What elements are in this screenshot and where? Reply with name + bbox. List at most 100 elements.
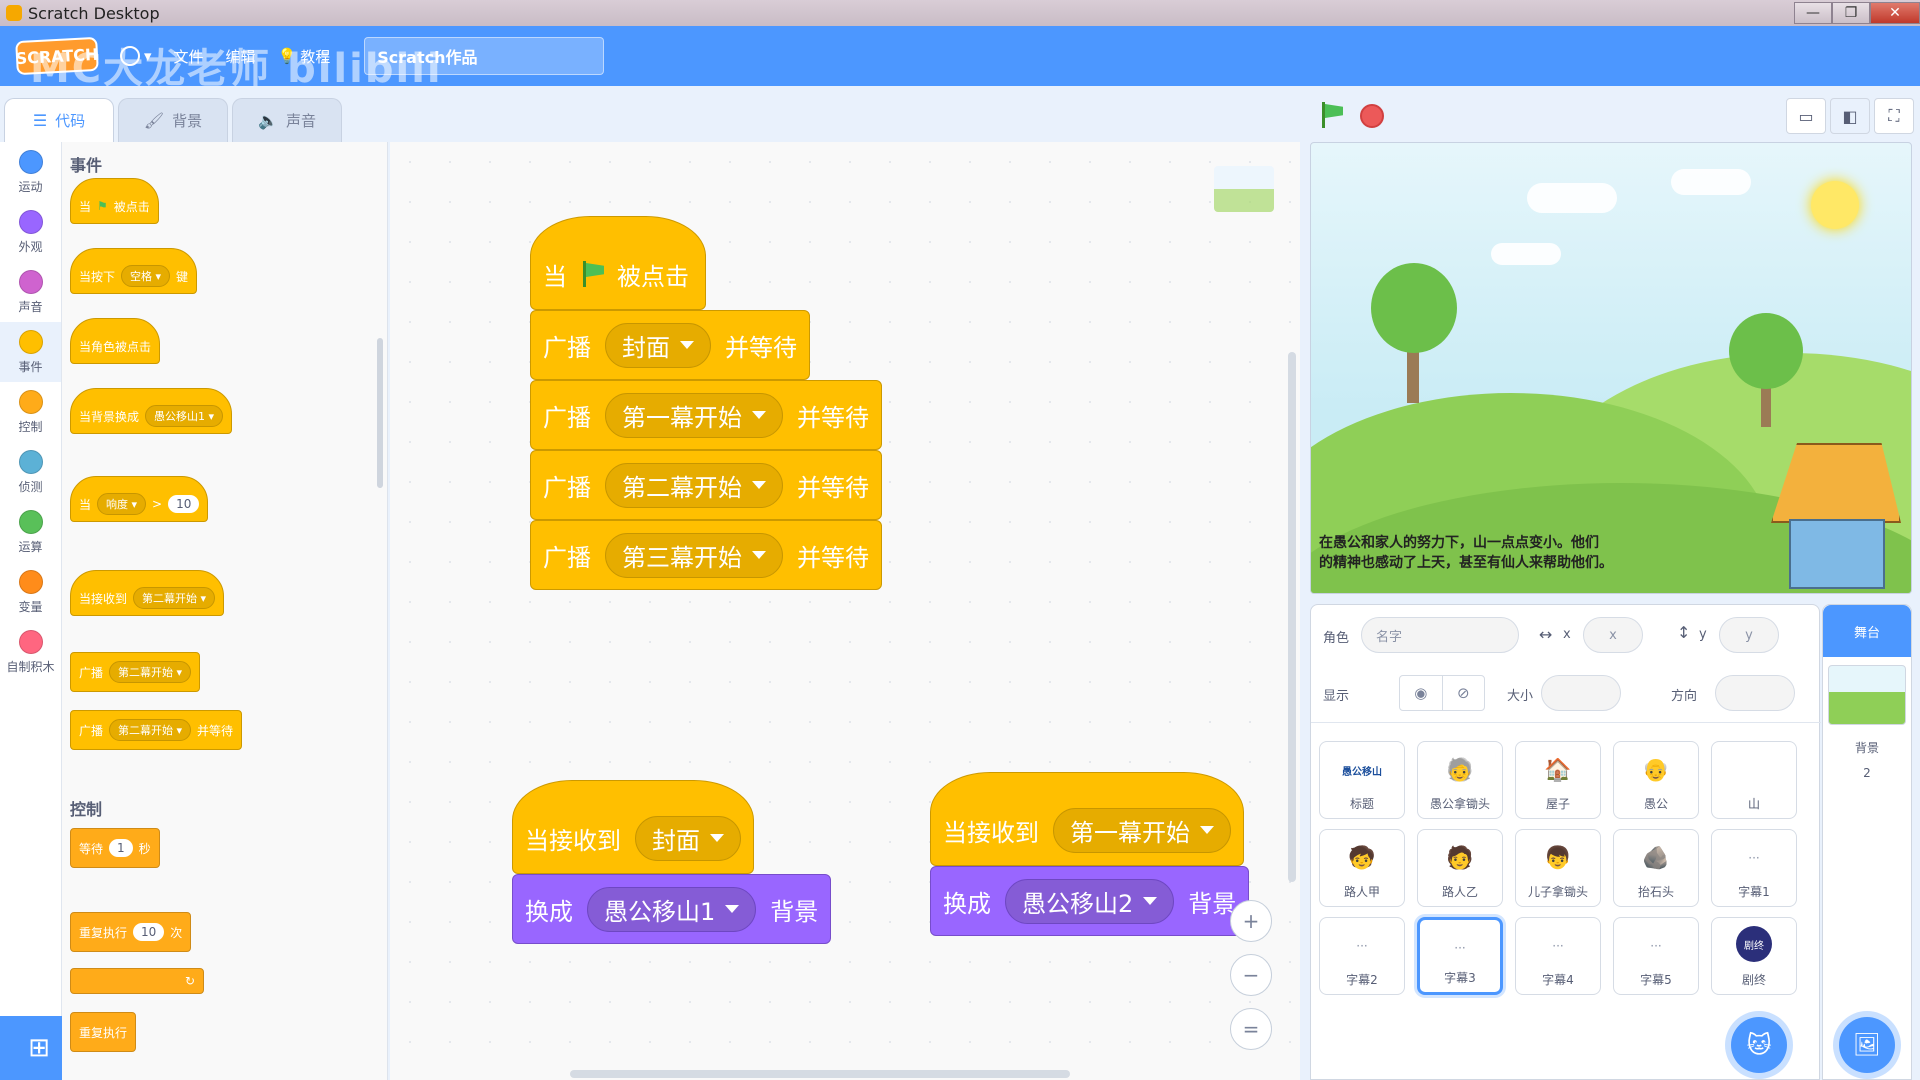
script-when-receive[interactable]: 当接收到 第一幕开始: [930, 772, 1244, 866]
zoom-out-button[interactable]: −: [1230, 954, 1272, 996]
category-looks[interactable]: 外观: [0, 202, 61, 262]
sprite-tile[interactable]: 🧑 路人乙: [1417, 829, 1503, 907]
stop-button[interactable]: [1360, 104, 1384, 128]
category-variables[interactable]: 变量: [0, 562, 61, 622]
script-horizontal-scrollbar[interactable]: [570, 1070, 1070, 1078]
stage-target-pane[interactable]: 舞台 背景 2 🖼: [1822, 604, 1912, 1080]
window-titlebar: Scratch Desktop — ❐ ✕: [0, 0, 1920, 26]
sprite-tile[interactable]: ··· 字幕2: [1319, 917, 1405, 995]
seconds-input[interactable]: 1: [109, 839, 133, 857]
x-input[interactable]: x: [1583, 617, 1643, 653]
show-eye-icon[interactable]: ◉: [1400, 676, 1443, 710]
script-switch-backdrop[interactable]: 换成 愚公移山1 背景: [512, 874, 832, 944]
script-when-flag-clicked[interactable]: 当 被点击: [530, 216, 706, 310]
sprite-name-input[interactable]: 名字: [1361, 617, 1519, 653]
message-dropdown[interactable]: 第一幕开始: [605, 392, 783, 438]
sprite-tile[interactable]: 剧终 剧终: [1711, 917, 1797, 995]
add-backdrop-button[interactable]: 🖼: [1839, 1017, 1895, 1073]
maximize-button[interactable]: ❐: [1832, 2, 1870, 24]
sprite-tile[interactable]: ··· 字幕4: [1515, 917, 1601, 995]
block-palette: 事件 当 ⚑ 被点击 当按下 空格 ▾ 键 当角色被点击 当背景换成 愚公移山1…: [62, 142, 388, 1080]
threshold-input[interactable]: 10: [168, 495, 200, 513]
message-dropdown[interactable]: 第二幕开始 ▾: [109, 661, 192, 683]
sprite-tile-selected[interactable]: ··· 字幕3: [1417, 917, 1503, 995]
normal-stage-button[interactable]: ◧: [1830, 98, 1870, 134]
script-area[interactable]: 当 被点击 广播 封面 并等待 广播 第一幕开始 并等待 广播 第二幕开始 并等…: [390, 142, 1300, 1080]
direction-input[interactable]: [1715, 675, 1795, 711]
zoom-in-button[interactable]: +: [1230, 900, 1272, 942]
small-stage-icon: ▭: [1798, 106, 1814, 126]
palette-block-when-flag-clicked[interactable]: 当 ⚑ 被点击: [70, 178, 159, 224]
palette-block-broadcast-and-wait[interactable]: 广播 第二幕开始 ▾ 并等待: [70, 710, 243, 750]
category-motion[interactable]: 运动: [0, 142, 61, 202]
category-operators[interactable]: 运算: [0, 502, 61, 562]
message-dropdown[interactable]: 封面: [635, 815, 741, 861]
add-sprite-button[interactable]: 🐱: [1731, 1017, 1787, 1073]
script-broadcast-and-wait[interactable]: 广播 第一幕开始 并等待: [530, 380, 882, 450]
backdrop-dropdown[interactable]: 愚公移山1: [587, 886, 757, 932]
script-broadcast-and-wait[interactable]: 广播 第三幕开始 并等待: [530, 520, 882, 590]
house-wall-shape: [1789, 519, 1885, 589]
sprite-tile[interactable]: 🏠 屋子: [1515, 741, 1601, 819]
palette-block-forever[interactable]: 重复执行: [70, 1012, 137, 1052]
sprite-tile[interactable]: 愚公移山 标题: [1319, 741, 1405, 819]
hide-eye-icon[interactable]: ⊘: [1443, 676, 1485, 710]
sprite-tile[interactable]: 🧓 愚公拿锄头: [1417, 741, 1503, 819]
message-dropdown[interactable]: 第三幕开始: [605, 532, 783, 578]
category-events[interactable]: 事件: [0, 322, 61, 382]
palette-block-repeat[interactable]: 重复执行 10 次: [70, 912, 192, 952]
size-input[interactable]: [1541, 675, 1621, 711]
palette-scrollbar[interactable]: [377, 338, 383, 488]
sprite-tile[interactable]: ··· 字幕1: [1711, 829, 1797, 907]
sprite-thumbnail: ···: [1356, 939, 1368, 953]
sprite-tile[interactable]: 山: [1711, 741, 1797, 819]
sensor-dropdown[interactable]: 响度 ▾: [97, 493, 147, 515]
key-dropdown[interactable]: 空格 ▾: [121, 265, 171, 287]
message-dropdown[interactable]: 第二幕开始: [605, 462, 783, 508]
palette-block-wait[interactable]: 等待 1 秒: [70, 828, 160, 868]
minimize-button[interactable]: —: [1794, 2, 1832, 24]
palette-block-repeat-end: ↻: [70, 968, 204, 994]
category-my-blocks[interactable]: 自制积木: [0, 622, 61, 682]
tab-code[interactable]: ☰ 代码: [4, 98, 114, 142]
palette-block-when-receive[interactable]: 当接收到 第二幕开始 ▾: [70, 570, 225, 616]
green-flag-button[interactable]: [1320, 102, 1342, 128]
small-stage-button[interactable]: ▭: [1786, 98, 1826, 134]
sprite-tile[interactable]: 🪨 抬石头: [1613, 829, 1699, 907]
close-button[interactable]: ✕: [1870, 2, 1920, 24]
message-dropdown[interactable]: 第二幕开始 ▾: [109, 719, 192, 741]
fullscreen-button[interactable]: ⛶: [1874, 98, 1914, 134]
sprite-tile[interactable]: 👦 儿子拿锄头: [1515, 829, 1601, 907]
stage-canvas[interactable]: 在愚公和家人的努力下，山一点点变小。他们 的精神也感动了上天，甚至有仙人来帮助他…: [1310, 142, 1912, 594]
backdrop-dropdown[interactable]: 愚公移山1 ▾: [145, 405, 224, 427]
block-text: 并等待: [797, 543, 869, 572]
block-text: 当: [79, 497, 92, 512]
category-sensing[interactable]: 侦测: [0, 442, 61, 502]
palette-block-when-key-pressed[interactable]: 当按下 空格 ▾ 键: [70, 248, 198, 294]
category-dot-icon: [18, 569, 43, 594]
message-dropdown[interactable]: 第一幕开始: [1053, 807, 1231, 853]
zoom-reset-button[interactable]: =: [1230, 1008, 1272, 1050]
script-broadcast-and-wait[interactable]: 广播 封面 并等待: [530, 310, 810, 380]
block-text: 广播: [543, 333, 591, 362]
palette-block-broadcast[interactable]: 广播 第二幕开始 ▾: [70, 652, 201, 692]
palette-block-when-loudness[interactable]: 当 响度 ▾ > 10: [70, 476, 209, 522]
tab-backdrops[interactable]: 🖌 背景: [118, 98, 228, 142]
script-switch-backdrop[interactable]: 换成 愚公移山2 背景: [930, 866, 1250, 936]
repeat-count-input[interactable]: 10: [133, 923, 165, 941]
tab-sounds[interactable]: 🔈 声音: [232, 98, 342, 142]
message-dropdown[interactable]: 封面: [605, 322, 711, 368]
backdrop-dropdown[interactable]: 愚公移山2: [1005, 878, 1175, 924]
sprite-tile[interactable]: ··· 字幕5: [1613, 917, 1699, 995]
script-broadcast-and-wait[interactable]: 广播 第二幕开始 并等待: [530, 450, 882, 520]
sprite-tile[interactable]: 👴 愚公: [1613, 741, 1699, 819]
palette-block-when-backdrop-switches[interactable]: 当背景换成 愚公移山1 ▾: [70, 388, 233, 434]
y-input[interactable]: y: [1719, 617, 1779, 653]
message-dropdown[interactable]: 第二幕开始 ▾: [133, 587, 216, 609]
sprite-tile[interactable]: 🧒 路人甲: [1319, 829, 1405, 907]
script-when-receive[interactable]: 当接收到 封面: [512, 780, 754, 874]
category-sound[interactable]: 声音: [0, 262, 61, 322]
script-vertical-scrollbar[interactable]: [1288, 352, 1296, 882]
category-control[interactable]: 控制: [0, 382, 61, 442]
palette-block-when-sprite-clicked[interactable]: 当角色被点击: [70, 318, 161, 364]
